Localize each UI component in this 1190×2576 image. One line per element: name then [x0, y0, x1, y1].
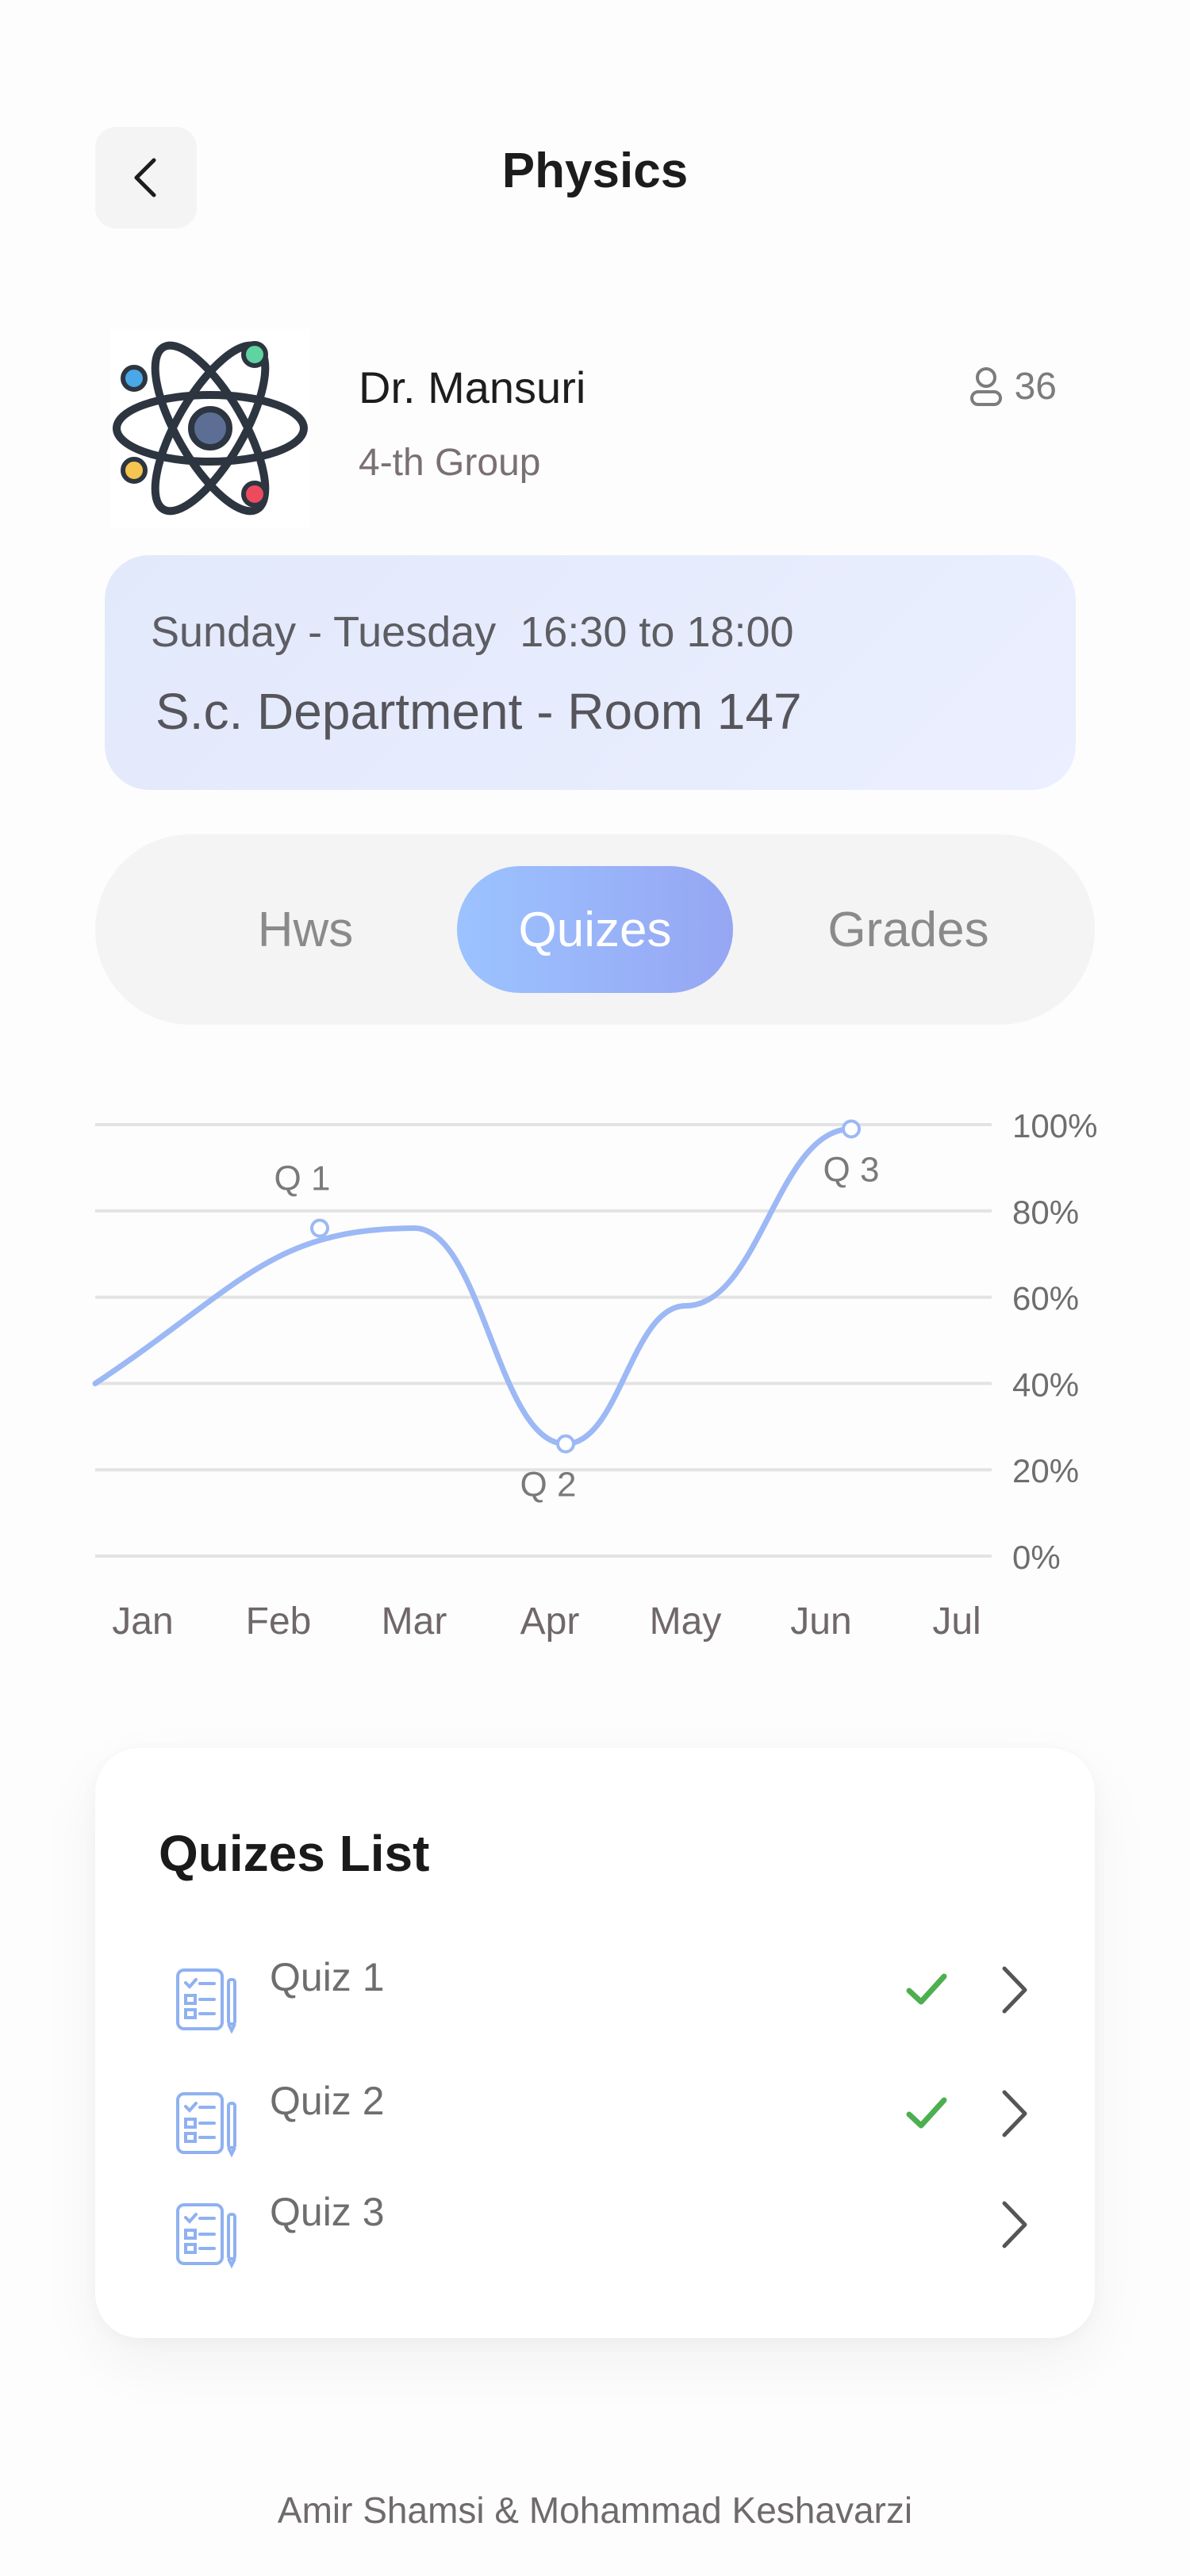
teacher-name: Dr. Mansuri [359, 362, 586, 412]
schedule-time: Sunday - Tuesday 16:30 to 18:00 [151, 608, 794, 656]
series-line [92, 1125, 854, 1447]
quiz-sheet-icon [176, 2092, 236, 2158]
student-count: 36 [969, 365, 1057, 408]
x-tick-label: Jul [932, 1600, 981, 1643]
quiz-label: Quiz 2 [270, 2079, 385, 2123]
x-tick-label: Jan [112, 1600, 173, 1643]
y-tick-label: 100% [1012, 1107, 1097, 1144]
page-title: Physics [501, 144, 689, 198]
chevron-right-icon[interactable] [996, 2197, 1031, 2252]
data-point[interactable] [310, 1218, 329, 1238]
quiz-list-item[interactable]: Quiz 3 [171, 2189, 1028, 2276]
quiz-sheet-icon [176, 1968, 236, 2034]
quiz-label: Quiz 1 [270, 1955, 385, 1999]
quiz-sheet-icon [176, 2203, 236, 2269]
quiz-score-chart: 0% 20% 40% 60% 80% 100% Jan Feb Mar Apr May Jun Jul Q… [92, 1107, 1097, 1643]
tab-hws[interactable]: Hws [206, 866, 405, 993]
x-tick-label: Jun [790, 1600, 851, 1643]
chevron-right-icon[interactable] [996, 1962, 1031, 2018]
x-tick-label: May [650, 1600, 722, 1643]
chevron-right-icon[interactable] [996, 2086, 1031, 2141]
footer-credit: Amir Shamsi & Mohammad Keshavarzi [277, 2490, 913, 2531]
quiz-list-card: Quizes List Quiz 1 Quiz 2 Quiz 3 [95, 1748, 1095, 2338]
check-icon [906, 2097, 947, 2129]
y-tick-label: 40% [1012, 1366, 1079, 1403]
quiz-list-title: Quizes List [159, 1825, 430, 1882]
tab-grades[interactable]: Grades [777, 866, 1039, 993]
data-label: Q 1 [274, 1160, 331, 1198]
y-tick-label: 80% [1012, 1194, 1079, 1231]
x-tick-label: Apr [520, 1600, 580, 1643]
data-point[interactable] [556, 1434, 575, 1454]
x-tick-label: Mar [382, 1600, 447, 1643]
atom-icon [111, 329, 309, 527]
quiz-label: Quiz 3 [270, 2190, 385, 2234]
user-icon [969, 366, 1002, 406]
quiz-list-item[interactable]: Quiz 2 [171, 2078, 1028, 2165]
group-name: 4-th Group [359, 442, 541, 484]
tab-quizes[interactable]: Quizes [457, 866, 733, 993]
schedule-card: Sunday - Tuesday 16:30 to 18:00 S.c. Dep… [105, 555, 1076, 790]
y-tick-label: 60% [1012, 1280, 1079, 1317]
schedule-room: S.c. Department - Room 147 [155, 683, 802, 740]
quiz-list-item[interactable]: Quiz 1 [171, 1954, 1028, 2041]
x-tick-label: Feb [246, 1600, 312, 1643]
check-icon [906, 1973, 947, 2005]
data-label: Q 3 [823, 1150, 880, 1189]
y-tick-label: 20% [1012, 1452, 1079, 1489]
y-tick-label: 0% [1012, 1539, 1061, 1576]
data-label: Q 2 [520, 1466, 577, 1505]
student-count-value: 36 [1014, 366, 1057, 408]
tab-bar: Hws Quizes Grades [95, 834, 1095, 1025]
data-point[interactable] [842, 1119, 861, 1139]
